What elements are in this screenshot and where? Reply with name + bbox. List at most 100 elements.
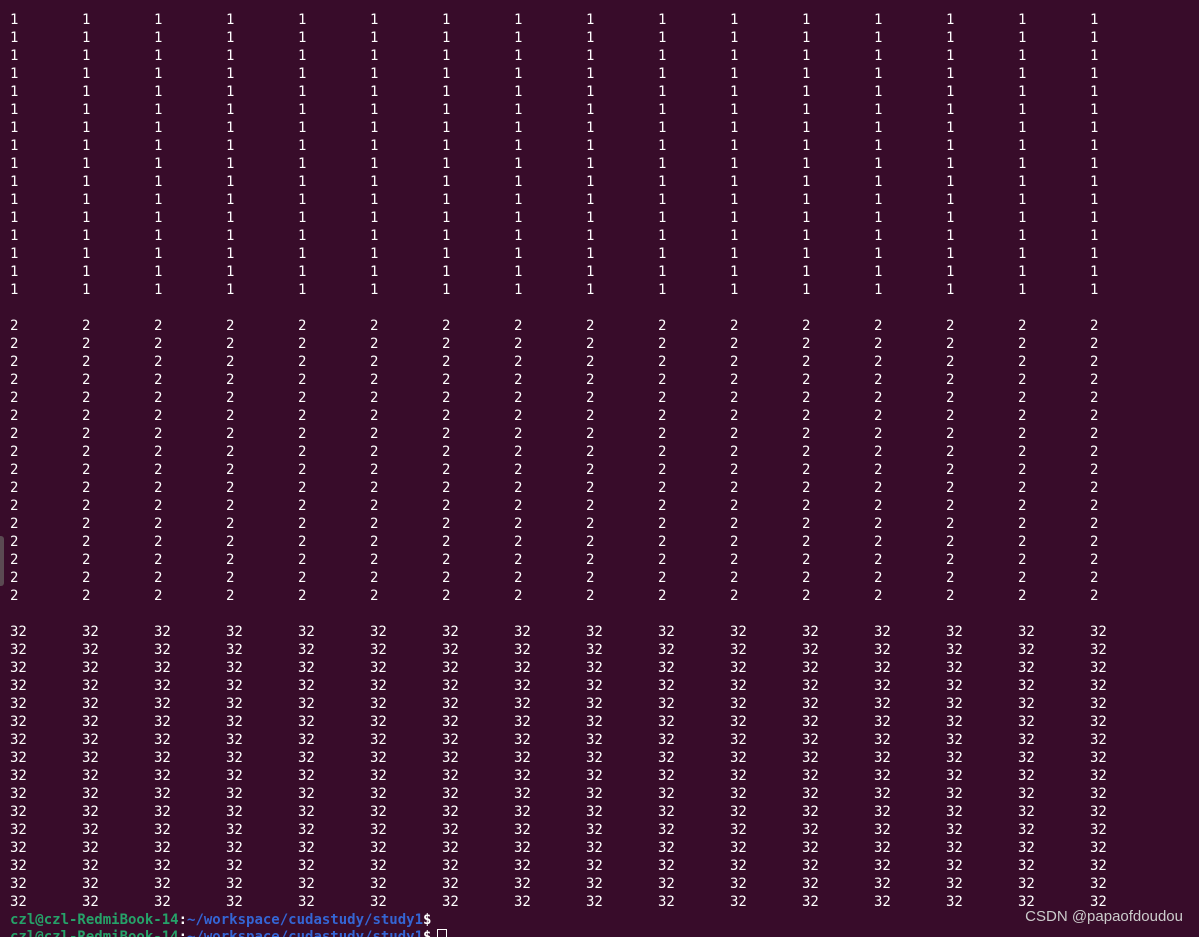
output-value: 32 (802, 696, 819, 712)
output-value: 2 (802, 354, 811, 370)
output-value: 32 (946, 678, 963, 694)
output-value: 1 (226, 210, 235, 226)
output-value: 1 (226, 228, 235, 244)
output-value: 2 (298, 534, 307, 550)
output-value: 32 (226, 786, 243, 802)
output-value: 1 (298, 192, 307, 208)
output-value: 32 (658, 894, 675, 910)
output-value: 2 (946, 372, 955, 388)
output-value: 2 (1018, 588, 1027, 604)
output-value: 1 (1018, 174, 1027, 190)
output-value: 32 (370, 876, 387, 892)
output-value: 2 (298, 354, 307, 370)
watermark: CSDN @papaofdoudou (1025, 908, 1183, 925)
output-value: 2 (370, 498, 379, 514)
output-value: 1 (730, 174, 739, 190)
output-value: 1 (874, 120, 883, 136)
output-value: 1 (442, 48, 451, 64)
output-value: 2 (226, 480, 235, 496)
output-value: 32 (82, 732, 99, 748)
output-value: 32 (658, 804, 675, 820)
cursor-icon[interactable] (437, 929, 448, 937)
output-row: 32 32 32 32 32 32 32 32 32 32 32 32 32 32 32 32 (10, 713, 1162, 731)
output-value: 32 (874, 660, 891, 676)
output-value: 32 (10, 678, 27, 694)
output-value: 32 (874, 768, 891, 784)
output-value: 1 (10, 84, 19, 100)
output-value: 2 (658, 516, 667, 532)
output-value: 2 (82, 372, 91, 388)
output-value: 32 (514, 696, 531, 712)
output-value: 32 (730, 804, 747, 820)
output-value: 1 (946, 102, 955, 118)
output-value: 32 (1018, 660, 1035, 676)
output-value: 32 (298, 678, 315, 694)
output-value: 2 (442, 444, 451, 460)
output-value: 2 (730, 480, 739, 496)
scrollbar-handle[interactable] (0, 536, 4, 586)
output-value: 1 (298, 282, 307, 298)
output-value: 1 (658, 246, 667, 262)
output-value: 32 (442, 678, 459, 694)
output-value: 32 (226, 768, 243, 784)
terminal-window[interactable]: 1111111111111111111111111111111111111111… (0, 0, 1199, 937)
output-value: 1 (946, 156, 955, 172)
output-value: 2 (154, 498, 163, 514)
output-value: 2 (514, 516, 523, 532)
output-value: 2 (1018, 552, 1027, 568)
output-value: 2 (1090, 516, 1099, 532)
output-value: 1 (370, 192, 379, 208)
output-value: 2 (514, 426, 523, 442)
output-value: 32 (586, 894, 603, 910)
output-value: 1 (1018, 30, 1027, 46)
output-value: 1 (298, 66, 307, 82)
output-value: 32 (514, 840, 531, 856)
output-value: 1 (442, 138, 451, 154)
output-value: 32 (82, 714, 99, 730)
output-value: 1 (10, 120, 19, 136)
output-value: 2 (730, 588, 739, 604)
output-value: 32 (226, 822, 243, 838)
output-value: 32 (370, 786, 387, 802)
output-value: 1 (10, 30, 19, 46)
output-value: 2 (154, 588, 163, 604)
output-value: 1 (442, 264, 451, 280)
output-value: 32 (442, 840, 459, 856)
output-value: 1 (1018, 48, 1027, 64)
output-value: 1 (82, 138, 91, 154)
output-value: 2 (802, 408, 811, 424)
output-value: 32 (514, 714, 531, 730)
output-value: 32 (802, 768, 819, 784)
prompt-line-current[interactable]: czl@czl-RedmiBook-14:~/workspace/cudastu… (10, 928, 448, 937)
output-value: 2 (370, 372, 379, 388)
output-value: 1 (154, 282, 163, 298)
output-row: 2 2 2 2 2 2 2 2 2 2 2 2 2 2 2 2 (10, 389, 1162, 407)
output-value: 2 (946, 426, 955, 442)
output-value: 1 (946, 66, 955, 82)
output-value: 32 (226, 876, 243, 892)
output-value: 2 (874, 318, 883, 334)
output-value: 2 (874, 570, 883, 586)
output-value: 2 (514, 480, 523, 496)
output-value: 2 (946, 570, 955, 586)
output-value: 32 (370, 840, 387, 856)
output-value: 1 (1090, 120, 1099, 136)
output-value: 1 (370, 210, 379, 226)
output-value: 1 (82, 48, 91, 64)
output-value: 2 (658, 498, 667, 514)
output-value: 32 (874, 840, 891, 856)
output-value: 1 (586, 84, 595, 100)
output-value: 32 (154, 660, 171, 676)
output-value: 1 (370, 30, 379, 46)
output-value: 1 (658, 30, 667, 46)
output-value: 32 (730, 768, 747, 784)
output-value: 2 (370, 354, 379, 370)
output-value: 32 (82, 624, 99, 640)
output-value: 2 (802, 534, 811, 550)
output-value: 1 (946, 282, 955, 298)
output-value: 32 (442, 624, 459, 640)
output-value: 1 (1090, 282, 1099, 298)
output-value: 1 (298, 12, 307, 28)
